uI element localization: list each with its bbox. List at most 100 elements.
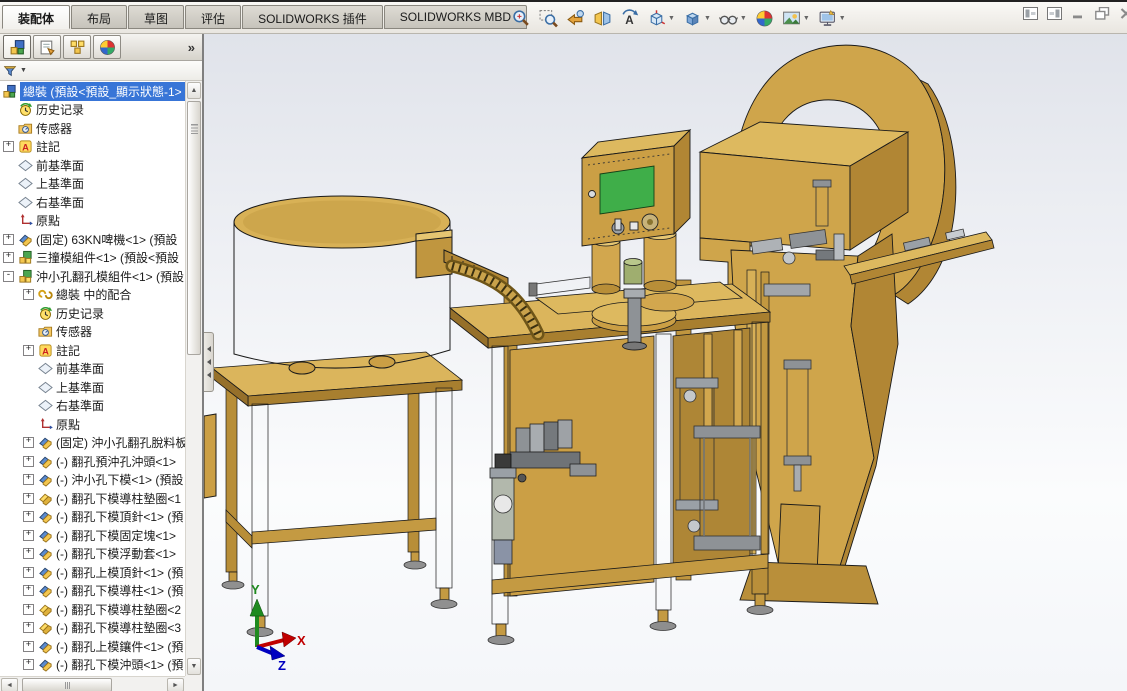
section-view-button[interactable] [589, 6, 616, 31]
tree-item[interactable]: +(-) 翻孔預沖孔沖頭<1> [0, 452, 185, 471]
expand-icon[interactable]: + [23, 289, 34, 300]
tree-item-label: 總裝 (預設<預設_顯示狀態-1> [20, 82, 185, 101]
expand-icon[interactable]: + [23, 659, 34, 670]
tree-root-item[interactable]: 總裝 (預設<預設_顯示狀態-1> [0, 82, 185, 101]
expand-icon[interactable]: + [23, 567, 34, 578]
expand-icon[interactable]: + [23, 437, 34, 448]
view-orientation-button[interactable]: ▼ [643, 6, 679, 31]
filter-caret-icon[interactable]: ▼ [20, 67, 27, 74]
displaymanager-tab[interactable] [93, 35, 121, 59]
expand-icon[interactable]: + [23, 604, 34, 615]
graphics-viewport[interactable]: Y X Z [204, 34, 1127, 691]
expand-icon[interactable]: + [3, 141, 14, 152]
pane-toggle-right-icon[interactable] [1047, 7, 1062, 20]
dropdown-caret-icon[interactable]: ▼ [740, 15, 747, 22]
tree-item[interactable]: +(-) 翻孔下模沖頭<1> (預 [0, 656, 185, 675]
model-canvas[interactable]: Y X Z [204, 34, 1127, 691]
scroll-right-button[interactable]: ► [167, 678, 184, 691]
panel-splitter-handle[interactable] [204, 332, 214, 392]
tree-item[interactable]: 传感器 [0, 323, 185, 342]
hide-show-items-button[interactable]: ▼ [715, 6, 751, 31]
tree-item[interactable]: -沖小孔翻孔模組件<1> (預設 [0, 267, 185, 286]
zoom-to-area-button[interactable] [535, 6, 562, 31]
expand-icon[interactable]: + [23, 585, 34, 596]
expand-icon[interactable]: + [23, 530, 34, 541]
tree-item[interactable]: +三撞模組件<1> (預設<預設 [0, 249, 185, 268]
tree-item[interactable]: 上基準面 [0, 175, 185, 194]
dropdown-caret-icon[interactable]: ▼ [839, 15, 846, 22]
edit-appearance-button[interactable] [751, 6, 778, 31]
tree-item[interactable]: 右基準面 [0, 397, 185, 416]
close-icon[interactable] [1119, 7, 1127, 20]
expand-icon[interactable]: + [3, 234, 14, 245]
tree-item[interactable]: 上基準面 [0, 378, 185, 397]
dropdown-caret-icon[interactable]: ▼ [668, 15, 675, 22]
tree-item[interactable]: +(-) 翻孔下模固定塊<1> [0, 526, 185, 545]
tab-evaluate[interactable]: 评估 [185, 5, 241, 29]
tree-item[interactable]: +(固定) 63KN啤機<1> (預設 [0, 230, 185, 249]
display-style-button[interactable]: ▼ [679, 6, 715, 31]
tab-layout[interactable]: 布局 [71, 5, 127, 29]
tree-item[interactable]: 原點 [0, 212, 185, 231]
tree-item[interactable]: 右基準面 [0, 193, 185, 212]
tree-item[interactable]: +(-) 沖小孔下模<1> (預設 [0, 471, 185, 490]
tab-solidworks-mbd[interactable]: SOLIDWORKS MBD [384, 5, 527, 29]
tab-assembly[interactable]: 装配体 [2, 5, 70, 29]
vertical-scroll-thumb[interactable] [187, 101, 201, 355]
tree-item[interactable]: 历史记录 [0, 304, 185, 323]
panel-overflow-button[interactable]: » [188, 40, 195, 55]
minimize-icon[interactable] [1071, 7, 1086, 20]
tree-item[interactable]: +(-) 翻孔上模頂針<1> (預 [0, 563, 185, 582]
zoom-to-fit-button[interactable] [508, 6, 535, 31]
hide-show-items-icon [719, 9, 738, 28]
tree-item[interactable]: +(-) 翻孔下模導柱墊圈<1 [0, 489, 185, 508]
tree-item[interactable]: 传感器 [0, 119, 185, 138]
expand-icon[interactable]: + [23, 474, 34, 485]
expand-icon[interactable]: + [23, 493, 34, 504]
tree-item[interactable]: +總裝 中的配合 [0, 286, 185, 305]
expand-icon[interactable]: + [3, 252, 14, 263]
featuremanager-tab[interactable] [3, 35, 31, 59]
collapse-icon[interactable]: - [3, 271, 14, 282]
expand-icon[interactable]: + [23, 456, 34, 467]
view-settings-button[interactable]: ▼ [814, 6, 850, 31]
tab-solidworks-addins[interactable]: SOLIDWORKS 插件 [242, 5, 383, 29]
pane-toggle-left-icon[interactable] [1023, 7, 1038, 20]
previous-view-button[interactable] [562, 6, 589, 31]
tree-item[interactable]: +(-) 翻孔下模頂針<1> (預 [0, 508, 185, 527]
tree-item[interactable]: +(-) 翻孔下模導柱墊圈<2 [0, 600, 185, 619]
dropdown-caret-icon[interactable]: ▼ [704, 15, 711, 22]
tree-item[interactable]: +註記 [0, 341, 185, 360]
tree-item[interactable]: 前基準面 [0, 156, 185, 175]
expand-icon[interactable]: + [23, 511, 34, 522]
tree-vertical-scrollbar[interactable]: ▲ ▼ [185, 81, 202, 676]
expand-icon[interactable]: + [23, 548, 34, 559]
horizontal-scroll-thumb[interactable] [22, 678, 112, 691]
tree-item[interactable]: 原點 [0, 415, 185, 434]
filter-icon[interactable] [3, 64, 17, 78]
configurationmanager-tab[interactable] [63, 35, 91, 59]
dynamic-annotation-views-button[interactable] [616, 6, 643, 31]
part-icon [38, 472, 53, 487]
apply-scene-button[interactable]: ▼ [778, 6, 814, 31]
tree-item[interactable]: +(固定) 沖小孔翻孔脫料板 [0, 434, 185, 453]
tree-item[interactable]: 前基準面 [0, 360, 185, 379]
scroll-up-button[interactable]: ▲ [187, 82, 201, 99]
tree-horizontal-scrollbar[interactable]: ◄ ► [0, 676, 185, 691]
tree-item[interactable]: 历史记录 [0, 101, 185, 120]
tree-item[interactable]: +(-) 翻孔下模導柱<1> (預 [0, 582, 185, 601]
tab-sketch[interactable]: 草图 [128, 5, 184, 29]
tree-item-label: (-) 翻孔上模鑲件<1> (預 [56, 638, 183, 655]
tree-item[interactable]: +註記 [0, 138, 185, 157]
tree-item[interactable]: + (-) 翻孔上模鑲件<1> (預 [0, 637, 185, 656]
dropdown-caret-icon[interactable]: ▼ [803, 15, 810, 22]
restore-icon[interactable] [1095, 7, 1110, 20]
expand-icon[interactable]: + [23, 641, 34, 652]
propertymanager-tab[interactable] [33, 35, 61, 59]
scroll-down-button[interactable]: ▼ [187, 658, 201, 675]
tree-item[interactable]: +(-) 翻孔下模浮動套<1> [0, 545, 185, 564]
tree-item[interactable]: +(-) 翻孔下模導柱墊圈<3 [0, 619, 185, 638]
expand-icon[interactable]: + [23, 622, 34, 633]
expand-icon[interactable]: + [23, 345, 34, 356]
scroll-left-button[interactable]: ◄ [1, 678, 18, 691]
